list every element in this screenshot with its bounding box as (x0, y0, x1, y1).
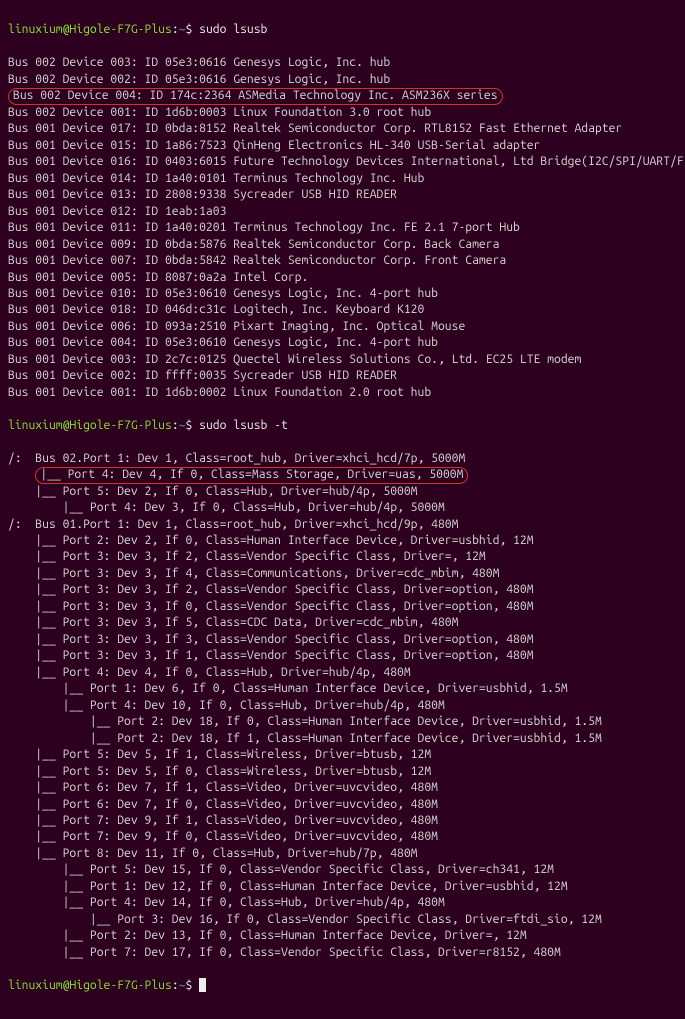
lsusb-output: Bus 002 Device 003: ID 05e3:0616 Genesys… (8, 55, 677, 401)
tree-line: |__ Port 6: Dev 7, If 0, Class=Video, Dr… (8, 797, 677, 813)
lsusb-line: Bus 001 Device 018: ID 046d:c31c Logitec… (8, 302, 677, 318)
tree-line: |__ Port 3: Dev 16, If 0, Class=Vendor S… (8, 912, 677, 928)
tree-line: |__ Port 3: Dev 3, If 2, Class=Vendor Sp… (8, 582, 677, 598)
lsusb-line: Bus 001 Device 004: ID 05e3:0610 Genesys… (8, 335, 677, 351)
command-1: sudo lsusb (199, 23, 267, 36)
tree-line: |__ Port 3: Dev 3, If 5, Class=CDC Data,… (8, 615, 677, 631)
lsusb-line: Bus 001 Device 015: ID 1a86:7523 QinHeng… (8, 138, 677, 154)
lsusb-line: Bus 001 Device 016: ID 0403:6015 Future … (8, 154, 677, 170)
tree-line: |__ Port 5: Dev 5, If 1, Class=Wireless,… (8, 747, 677, 763)
tree-line: |__ Port 4: Dev 14, If 0, Class=Hub, Dri… (8, 895, 677, 911)
tree-line: |__ Port 7: Dev 9, If 1, Class=Video, Dr… (8, 813, 677, 829)
prompt-line-3[interactable]: linuxium@Higole-F7G-Plus:~$ (8, 978, 677, 994)
tree-line: |__ Port 8: Dev 11, If 0, Class=Hub, Dri… (8, 846, 677, 862)
command-2: sudo lsusb -t (199, 419, 288, 432)
tree-line: |__ Port 2: Dev 18, If 0, Class=Human In… (8, 714, 677, 730)
tree-line: |__ Port 7: Dev 9, If 0, Class=Video, Dr… (8, 829, 677, 845)
tree-line: |__ Port 3: Dev 3, If 1, Class=Vendor Sp… (8, 648, 677, 664)
lsusb-line: Bus 001 Device 017: ID 0bda:8152 Realtek… (8, 121, 677, 137)
tree-line: |__ Port 1: Dev 12, If 0, Class=Human In… (8, 879, 677, 895)
tree-line: |__ Port 2: Dev 13, If 0, Class=Human In… (8, 928, 677, 944)
prompt-user: linuxium@Higole-F7G-Plus (8, 23, 172, 36)
lsusb-line: Bus 001 Device 012: ID 1eab:1a03 (8, 204, 677, 220)
tree-line: |__ Port 4: Dev 4, If 0, Class=Mass Stor… (8, 467, 677, 483)
tree-line: |__ Port 4: Dev 3, If 0, Class=Hub, Driv… (8, 500, 677, 516)
lsusb-line: Bus 001 Device 009: ID 0bda:5876 Realtek… (8, 237, 677, 253)
lsusb-line: Bus 001 Device 003: ID 2c7c:0125 Quectel… (8, 352, 677, 368)
tree-line: |__ Port 2: Dev 2, If 0, Class=Human Int… (8, 533, 677, 549)
lsusb-line: Bus 001 Device 013: ID 2808:9338 Sycread… (8, 187, 677, 203)
lsusb-line: Bus 001 Device 010: ID 05e3:0610 Genesys… (8, 286, 677, 302)
lsusb-tree-output: /: Bus 02.Port 1: Dev 1, Class=root_hub,… (8, 451, 677, 962)
lsusb-line: Bus 001 Device 014: ID 1a40:0101 Terminu… (8, 171, 677, 187)
tree-line: |__ Port 3: Dev 3, If 2, Class=Vendor Sp… (8, 549, 677, 565)
lsusb-line: Bus 002 Device 002: ID 05e3:0616 Genesys… (8, 72, 677, 88)
cursor-block[interactable] (199, 978, 206, 992)
tree-line: |__ Port 6: Dev 7, If 1, Class=Video, Dr… (8, 780, 677, 796)
tree-line: |__ Port 7: Dev 17, If 0, Class=Vendor S… (8, 945, 677, 961)
tree-line: /: Bus 01.Port 1: Dev 1, Class=root_hub,… (8, 517, 677, 533)
tree-line: |__ Port 3: Dev 3, If 3, Class=Vendor Sp… (8, 632, 677, 648)
tree-line: |__ Port 4: Dev 4, If 0, Class=Hub, Driv… (8, 665, 677, 681)
prompt-line-1: linuxium@Higole-F7G-Plus:~$ sudo lsusb (8, 22, 677, 38)
tree-line: /: Bus 02.Port 1: Dev 1, Class=root_hub,… (8, 451, 677, 467)
terminal-window[interactable]: linuxium@Higole-F7G-Plus:~$ sudo lsusb B… (0, 0, 685, 1019)
lsusb-line: Bus 001 Device 005: ID 8087:0a2a Intel C… (8, 270, 677, 286)
lsusb-line: Bus 001 Device 002: ID ffff:0035 Sycread… (8, 368, 677, 384)
prompt-line-2: linuxium@Higole-F7G-Plus:~$ sudo lsusb -… (8, 418, 677, 434)
lsusb-line: Bus 001 Device 007: ID 0bda:5842 Realtek… (8, 253, 677, 269)
tree-line: |__ Port 5: Dev 15, If 0, Class=Vendor S… (8, 862, 677, 878)
tree-line: |__ Port 3: Dev 3, If 0, Class=Vendor Sp… (8, 599, 677, 615)
lsusb-line: Bus 002 Device 004: ID 174c:2364 ASMedia… (8, 88, 677, 104)
tree-line: |__ Port 5: Dev 2, If 0, Class=Hub, Driv… (8, 484, 677, 500)
tree-line: |__ Port 3: Dev 3, If 4, Class=Communica… (8, 566, 677, 582)
highlight-tree-device: |__ Port 4: Dev 4, If 0, Class=Mass Stor… (35, 467, 468, 484)
lsusb-line: Bus 002 Device 001: ID 1d6b:0003 Linux F… (8, 105, 677, 121)
tree-line: |__ Port 2: Dev 18, If 1, Class=Human In… (8, 731, 677, 747)
lsusb-line: Bus 001 Device 006: ID 093a:2510 Pixart … (8, 319, 677, 335)
lsusb-line: Bus 001 Device 011: ID 1a40:0201 Terminu… (8, 220, 677, 236)
tree-line: |__ Port 1: Dev 6, If 0, Class=Human Int… (8, 681, 677, 697)
tree-line: |__ Port 4: Dev 10, If 0, Class=Hub, Dri… (8, 698, 677, 714)
lsusb-line: Bus 001 Device 001: ID 1d6b:0002 Linux F… (8, 385, 677, 401)
tree-line: |__ Port 5: Dev 5, If 0, Class=Wireless,… (8, 764, 677, 780)
highlight-usb-device: Bus 002 Device 004: ID 174c:2364 ASMedia… (8, 88, 503, 105)
lsusb-line: Bus 002 Device 003: ID 05e3:0616 Genesys… (8, 55, 677, 71)
